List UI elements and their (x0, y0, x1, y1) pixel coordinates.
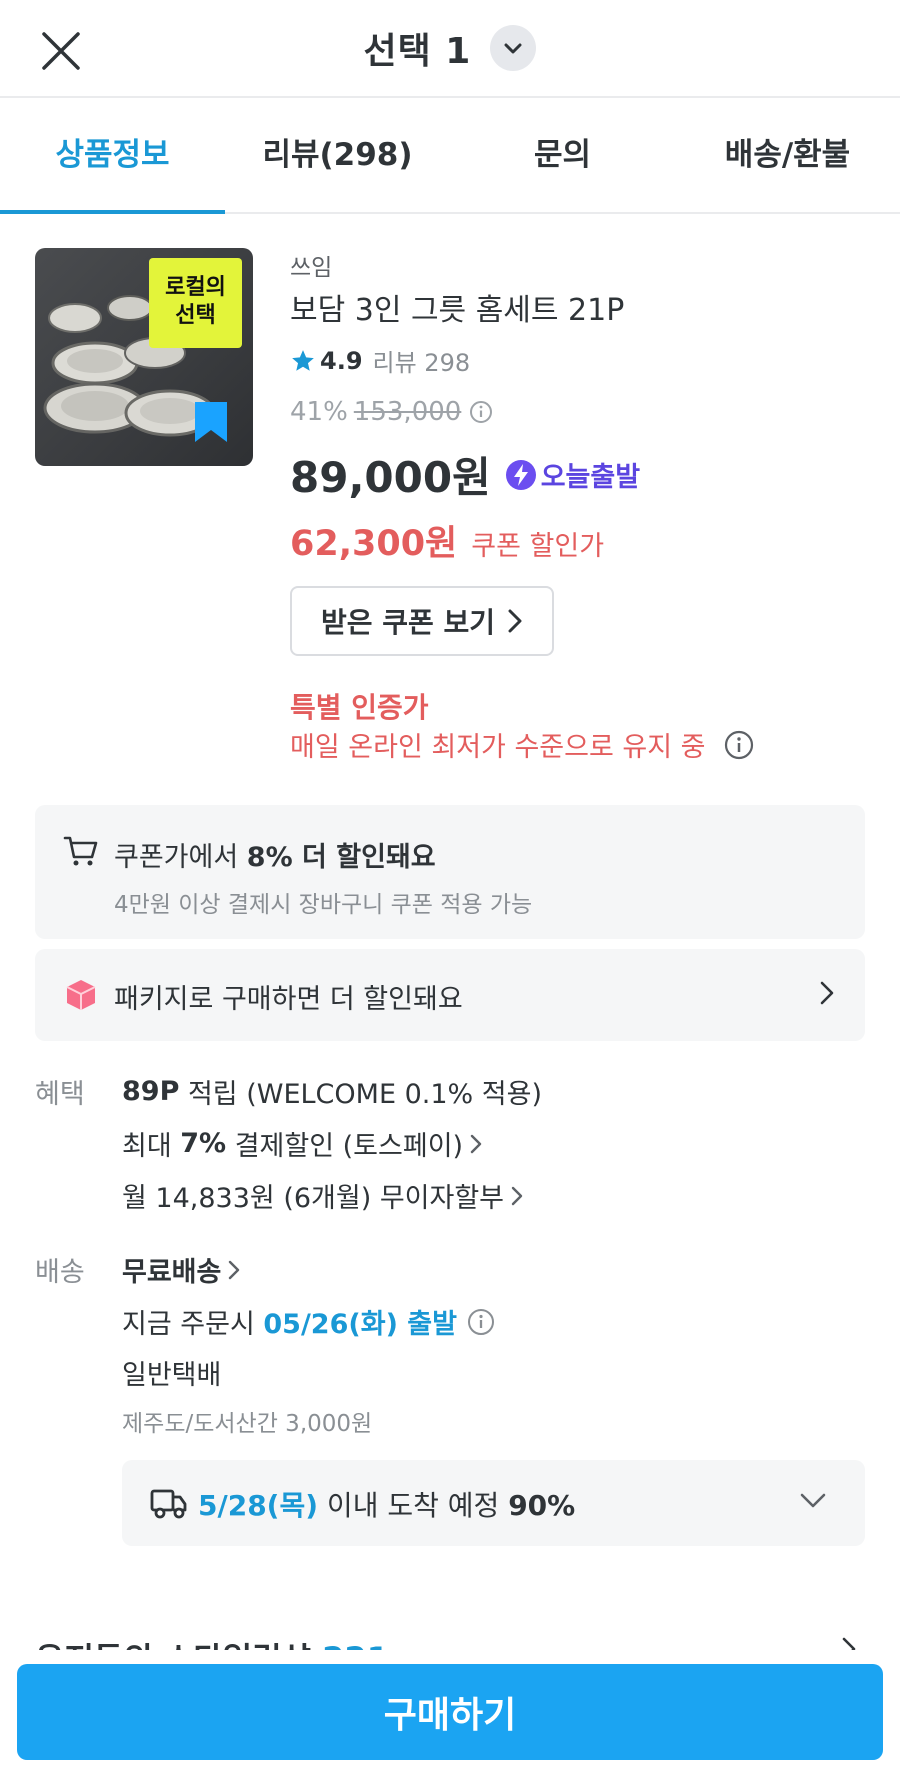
chevron-right-icon (508, 609, 522, 633)
free-shipping-text: 무료배송 (122, 1257, 222, 1288)
arrival-date: 5/28(목) (198, 1489, 319, 1522)
package-discount-box[interactable]: 패키지로 구매하면 더 할인돼요 (35, 949, 865, 1041)
lightning-icon (505, 459, 536, 490)
departure-row: 지금 주문시 05/26(화) 출발 (122, 1302, 495, 1341)
tab-bar: 상품정보 리뷰(298) 문의 배송/환불 (0, 100, 900, 214)
arrival-mid: 이내 도착 예정 (318, 1489, 509, 1522)
today-shipping-badge: 오늘출발 (505, 455, 640, 494)
product-name: 보담 3인 그릇 홈세트 21P (290, 293, 625, 328)
info-icon[interactable] (724, 730, 754, 760)
top-bar: 선택 1 (0, 0, 900, 98)
original-price-row: 41% 153,000 (290, 397, 493, 427)
tab-reviews[interactable]: 리뷰(298) (225, 100, 450, 212)
local-choice-badge: 로컬의 선택 (149, 258, 242, 348)
coupon-price-label: 쿠폰 할인가 (471, 531, 605, 562)
points-amount: 89P (122, 1076, 180, 1107)
coupon-discount-prefix: 쿠폰가에서 (114, 842, 247, 873)
payment-discount-rate: 7% (180, 1128, 227, 1159)
original-price: 153,000 (353, 397, 462, 427)
bottom-action-bar: 구매하기 (0, 1650, 900, 1775)
special-price-title: 특별 인증가 (290, 691, 429, 724)
special-price-desc-row: 매일 온라인 최저가 수준으로 유지 중 (290, 725, 754, 764)
coupon-price-row: 62,300원 쿠폰 할인가 (290, 515, 604, 566)
coupon-price: 62,300원 (290, 524, 458, 564)
rating-score: 4.9 (320, 346, 363, 375)
view-coupons-button[interactable]: 받은 쿠폰 보기 (290, 586, 554, 656)
tab-inquiry[interactable]: 문의 (450, 100, 675, 212)
coupon-discount-box: 쿠폰가에서 8% 더 할인돼요 4만원 이상 결제시 장바구니 쿠폰 적용 가능 (35, 805, 865, 939)
departure-prefix: 지금 주문시 (122, 1309, 264, 1340)
chevron-down-icon[interactable] (490, 25, 537, 71)
chevron-right-icon (511, 1186, 523, 1205)
free-shipping-row[interactable]: 무료배송 (122, 1250, 241, 1289)
arrival-estimate-text: 5/28(목) 이내 도착 예정 90% (198, 1484, 575, 1524)
view-coupons-label: 받은 쿠폰 보기 (320, 606, 496, 639)
points-desc: 적립 (WELCOME 0.1% 적용) (179, 1079, 542, 1110)
price-row: 89,000원 오늘출발 (290, 444, 640, 505)
discount-rate: 41% (290, 397, 348, 427)
brand-name[interactable]: 쓰임 (290, 248, 332, 282)
truck-icon (150, 1489, 187, 1519)
cart-icon (63, 836, 98, 866)
arrival-percent: 90% (508, 1489, 576, 1522)
coupon-discount-highlight: 8% 더 할인돼요 (246, 842, 436, 873)
tab-shipping-refund[interactable]: 배송/환불 (675, 100, 900, 212)
title-wrap: 선택 1 (0, 22, 900, 74)
tab-product-info[interactable]: 상품정보 (0, 100, 225, 214)
package-discount-text: 패키지로 구매하면 더 할인돼요 (114, 984, 463, 1015)
product-thumbnail[interactable]: 로컬의 선택 (35, 248, 253, 466)
rating-row[interactable]: 4.9 리뷰 298 (290, 343, 470, 378)
chevron-right-icon (470, 1134, 482, 1153)
benefits-label: 혜택 (35, 1079, 85, 1110)
sale-price: 89,000원 (290, 453, 491, 502)
star-icon (292, 349, 314, 371)
package-icon (66, 980, 96, 1010)
points-row: 89P 적립 (WELCOME 0.1% 적용) (122, 1072, 542, 1111)
installment-text: 월 14,833원 (6개월) 무이자할부 (122, 1183, 505, 1214)
payment-discount-desc: 결제할인 (토스페이) (226, 1131, 464, 1162)
today-shipping-label: 오늘출발 (540, 462, 641, 493)
info-icon[interactable] (467, 1308, 495, 1336)
shipping-label: 배송 (35, 1257, 85, 1288)
chevron-right-icon (229, 1260, 240, 1279)
review-count: 리뷰 298 (372, 349, 471, 377)
bookmark-icon[interactable] (193, 400, 229, 444)
payment-discount-prefix: 최대 (122, 1131, 181, 1162)
shipping-method: 일반택배 (122, 1360, 222, 1391)
local-choice-badge-text: 로컬의 선택 (165, 275, 226, 328)
payment-discount-row[interactable]: 최대 7% 결제할인 (토스페이) (122, 1124, 483, 1163)
page-title: 선택 1 (363, 31, 472, 72)
departure-date: 05/26(화) 출발 (263, 1309, 457, 1340)
info-icon[interactable] (469, 400, 493, 424)
coupon-discount-text: 쿠폰가에서 8% 더 할인돼요 (114, 835, 436, 874)
buy-button[interactable]: 구매하기 (17, 1664, 883, 1760)
installment-row[interactable]: 월 14,833원 (6개월) 무이자할부 (122, 1176, 524, 1215)
arrival-estimate-box[interactable]: 5/28(목) 이내 도착 예정 90% (122, 1460, 865, 1546)
special-price-desc: 매일 온라인 최저가 수준으로 유지 중 (290, 732, 706, 763)
chevron-down-icon (800, 1493, 826, 1508)
coupon-discount-sub: 4만원 이상 결제시 장바구니 쿠폰 적용 가능 (114, 892, 533, 918)
chevron-right-icon (820, 981, 834, 1005)
extra-shipping-fee: 제주도/도서산간 3,000원 (122, 1411, 373, 1437)
